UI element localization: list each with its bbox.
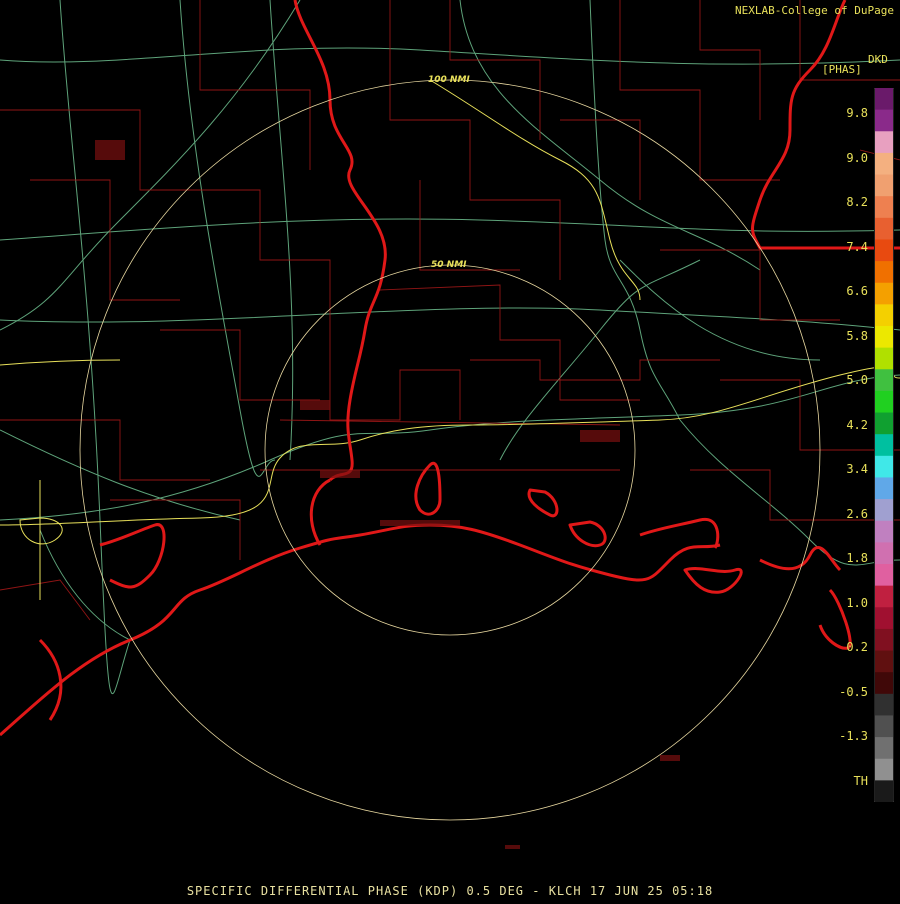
color-legend-bar [874, 88, 894, 802]
credit-text: NEXLAB-College of DuPage [735, 4, 894, 17]
legend-color-band [875, 650, 893, 673]
legend-color-band [875, 88, 893, 111]
legend-color-band [875, 369, 893, 392]
legend-tick-label: 5.8 [846, 328, 868, 343]
legend-tick-label: 8.2 [846, 195, 868, 209]
legend-tick-label: 9.8 [846, 106, 868, 120]
legend-color-band [875, 737, 893, 760]
legend-color-band [875, 542, 893, 565]
legend-color-band [875, 239, 893, 262]
radar-returns [95, 140, 680, 849]
legend-tick-label: 1.0 [846, 595, 868, 610]
legend-tick-label: -0.5 [839, 684, 868, 699]
legend-color-band [875, 672, 893, 695]
legend-color-band [875, 174, 893, 197]
range-ring-label-50: 50 NMI [431, 260, 467, 270]
legend-color-band [875, 499, 893, 522]
legend-color-band [875, 780, 893, 802]
legend-tick-label: 7.4 [846, 239, 868, 254]
legend-tick-label: 5.0 [846, 373, 868, 387]
legend-color-band [875, 347, 893, 370]
range-ring-50nmi [264, 264, 636, 636]
legend-tick-label: 4.2 [846, 417, 868, 432]
legend-color-band [875, 304, 893, 327]
legend-tick-label: 6.6 [846, 284, 868, 298]
legend-color-band [875, 282, 893, 305]
legend-color-band [875, 564, 893, 587]
range-rings [79, 79, 821, 821]
legend-tick-label: 1.8 [846, 551, 868, 565]
legend-tick-label: -1.3 [839, 729, 868, 743]
legend-tick-label: 3.4 [846, 462, 868, 476]
legend-color-band [875, 585, 893, 608]
legend-tick-label: 2.6 [846, 506, 868, 521]
legend-color-band [875, 693, 893, 716]
legend-color-band [875, 152, 893, 176]
legend-color-band [875, 412, 893, 435]
radar-map: 100 NMI 50 NMI [0, 0, 900, 900]
legend-color-band [875, 261, 893, 284]
legend-color-band [875, 131, 893, 154]
legend-color-band [875, 217, 893, 240]
product-footer: SPECIFIC DIFFERENTIAL PHASE (KDP) 0.5 DE… [186, 884, 714, 898]
highways [0, 0, 900, 695]
legend-color-band [875, 455, 893, 478]
legend-color-band [875, 434, 893, 457]
legend-color-band [875, 628, 893, 652]
units-label: [PHAS] [822, 63, 862, 76]
product-code: DKD [868, 53, 888, 66]
legend-color-band [875, 758, 893, 781]
legend-tick-label: 9.0 [846, 150, 868, 165]
legend-tick-label: 0.2 [846, 640, 868, 654]
legend-color-band [875, 715, 893, 738]
legend-color-band [875, 109, 893, 132]
range-ring-100nmi [79, 79, 821, 821]
legend-color-band [875, 326, 893, 349]
legend-color-band [875, 196, 893, 219]
legend-color-band [875, 477, 893, 500]
legend-color-band [875, 607, 893, 630]
range-ring-label-100: 100 NMI [428, 75, 470, 85]
legend-color-band [875, 390, 893, 414]
legend-color-band [875, 520, 893, 543]
legend-tick-label: TH [853, 773, 868, 788]
